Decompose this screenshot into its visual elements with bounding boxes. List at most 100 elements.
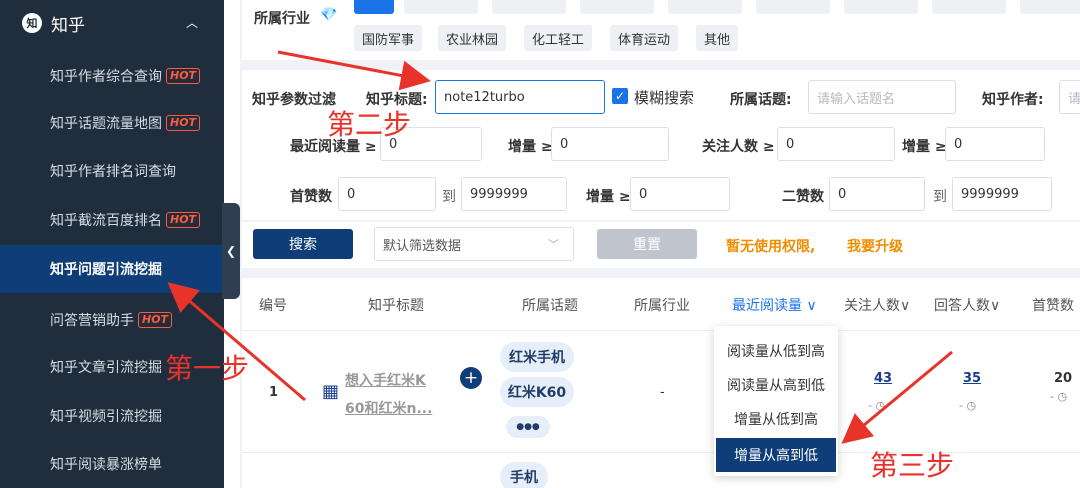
sidebar-item-baidu-rank[interactable]: 知乎截流百度排名 HOT [0,196,224,244]
col-header-title: 知乎标题 [368,298,424,314]
reset-button[interactable]: 重置 [597,229,697,259]
author-filter-label: 知乎作者: [982,92,1044,108]
step2-annotation: 第二步 [327,108,412,141]
industry-tag-defense[interactable]: 国防军事 [354,25,423,51]
answer-count-link[interactable]: 35 [963,371,981,386]
increment-input-3[interactable]: 0 [630,177,730,211]
clock-icon: - ◷ [959,399,977,412]
clock-icon: - ◷ [868,399,886,412]
sidebar-item-qa-assistant[interactable]: 问答营销助手 HOT [0,296,224,344]
clock-icon: - ◷ [1050,390,1068,403]
sidebar-item-author-query[interactable]: 知乎作者综合查询 HOT [0,52,224,100]
industry-tag[interactable] [932,0,1006,14]
col-header-label: 关注人数 [844,298,900,314]
follow-count-input[interactable]: 0 [777,127,895,161]
sidebar-item-label: 知乎作者排名词查询 [50,164,176,180]
industry-tag-sports[interactable]: 体育运动 [610,25,679,51]
industry-tag[interactable] [844,0,918,14]
question-title-link-line1[interactable]: 想入手红米K [345,370,426,390]
sidebar-item-read-surge[interactable]: 知乎阅读暴涨榜单 [0,440,224,488]
topic-tag[interactable]: 手机 [500,462,548,488]
follow-count-label: 关注人数 ≥ [702,139,775,155]
topic-input[interactable]: 请输入话题名 [808,80,956,114]
range-to-label-2: 到 [933,189,947,205]
first-like-from-input[interactable]: 0 [338,177,436,211]
industry-tag[interactable] [668,0,742,14]
sidebar-item-author-rank[interactable]: 知乎作者排名词查询 [0,147,224,195]
increment-label: 增量 ≥ [508,139,553,155]
col-header-industry: 所属行业 [634,298,690,314]
question-title-link-line2[interactable]: 60和红米n... [345,398,432,418]
hot-badge: HOT [166,68,201,84]
hot-badge: HOT [166,115,201,131]
industry-tag[interactable] [1020,0,1080,14]
topic-filter-label: 所属话题: [730,92,792,108]
sort-read-desc[interactable]: 阅读量从高到低 [714,368,838,402]
sort-dropdown: 阅读量从低到高 阅读量从高到低 增量从低到高 增量从高到低 [714,326,838,476]
row-index: 1 [269,385,279,400]
sidebar-item-video-mining[interactable]: 知乎视频引流挖掘 [0,392,224,440]
col-header-label: 首赞数 [1032,298,1074,314]
industry-tag-selected[interactable] [354,0,394,14]
industry-tag[interactable] [404,0,478,14]
industry-tag-other[interactable]: 其他 [696,25,739,51]
diamond-icon: 💎 [320,7,338,23]
industry-tag-chemical[interactable]: 化工轻工 [524,25,593,51]
sidebar-item-label: 知乎话题流量地图 [50,116,162,132]
first-like-label: 首赞数 [290,189,332,205]
chevron-down-icon: ﹀ [548,238,559,251]
upgrade-link[interactable]: 我要升级 [847,236,903,256]
second-like-from-input[interactable]: 0 [829,177,925,211]
step3-annotation: 第三步 [870,449,955,482]
sidebar: 知 知乎 ︿ 知乎作者综合查询 HOT 知乎话题流量地图 HOT 知乎作者排名词… [0,0,224,488]
step1-annotation: 第一步 [165,352,250,385]
sidebar-item-label: 知乎问题引流挖掘 [50,262,162,278]
first-like-to-input[interactable]: 9999999 [461,177,567,211]
add-icon[interactable]: + [460,367,482,389]
more-topics-button[interactable]: ●●● [506,416,550,438]
increment-input[interactable]: 0 [551,127,669,161]
sidebar-collapse-button[interactable]: ❮ [222,203,240,299]
range-to-label: 到 [442,189,456,205]
author-input[interactable]: 请 [1059,80,1080,114]
topic-tag[interactable]: 红米K60 [500,377,574,407]
topic-tag[interactable]: 红米手机 [500,342,574,372]
follow-count-link[interactable]: 43 [874,371,892,386]
second-like-to-input[interactable]: 9999999 [952,177,1052,211]
preset-select[interactable]: 默认筛选数据 ﹀ [374,227,574,261]
industry-tag[interactable] [492,0,566,14]
increment-input-2[interactable]: 0 [945,127,1045,161]
zhihu-logo-icon: 知 [22,13,42,33]
sidebar-item-topic-map[interactable]: 知乎话题流量地图 HOT [0,99,224,147]
row-divider [242,452,1080,453]
preset-select-value: 默认筛选数据 [383,238,462,254]
industry-panel: 所属行业 💎 国防军事 农业林园 化工轻工 体育运动 其他 [242,0,1080,60]
chevron-up-icon[interactable]: ︿ [186,14,198,31]
sidebar-item-question-mining[interactable]: 知乎问题引流挖掘 [0,245,224,293]
col-header-answers[interactable]: 回答人数∨ [934,295,1000,315]
sort-inc-asc[interactable]: 增量从低到高 [714,402,838,436]
sort-read-asc[interactable]: 阅读量从低到高 [714,334,838,368]
no-permission-text: 暂无使用权限, [726,239,816,255]
industry-tag[interactable] [580,0,654,14]
fuzzy-label: 模糊搜索 [634,89,695,107]
filter-label: 知乎参数过滤 [252,92,336,108]
industry-tag[interactable] [756,0,830,14]
sidebar-item-label: 知乎文章引流挖掘 [50,360,162,376]
col-header-follow[interactable]: 关注人数∨ [844,295,910,315]
industry-tag-agriculture[interactable]: 农业林园 [438,25,507,51]
sort-inc-desc[interactable]: 增量从高到低 [716,438,836,472]
chevron-down-icon: ∨ [990,298,1001,314]
sidebar-item-label: 知乎截流百度排名 [50,213,162,229]
title-input[interactable]: note12turbo [435,80,605,114]
actions-panel: 搜索 默认筛选数据 ﹀ 重置 暂无使用权限, 我要升级 [242,222,1080,268]
search-button[interactable]: 搜索 [253,229,353,259]
sidebar-item-label: 知乎视频引流挖掘 [50,409,162,425]
qrcode-icon[interactable]: ▦ [322,381,339,402]
fuzzy-checkbox[interactable]: ✓ [612,88,628,104]
col-header-read-count[interactable]: 最近阅读量 ∨ [732,295,817,315]
filter-panel: 知乎参数过滤 知乎标题: note12turbo ✓ 模糊搜索 所属话题: 请输… [242,70,1080,220]
increment-label-3: 增量 ≥ [586,189,631,205]
col-header-first-like[interactable]: 首赞数 [1032,295,1074,315]
second-like-label: 二赞数 [782,189,824,205]
